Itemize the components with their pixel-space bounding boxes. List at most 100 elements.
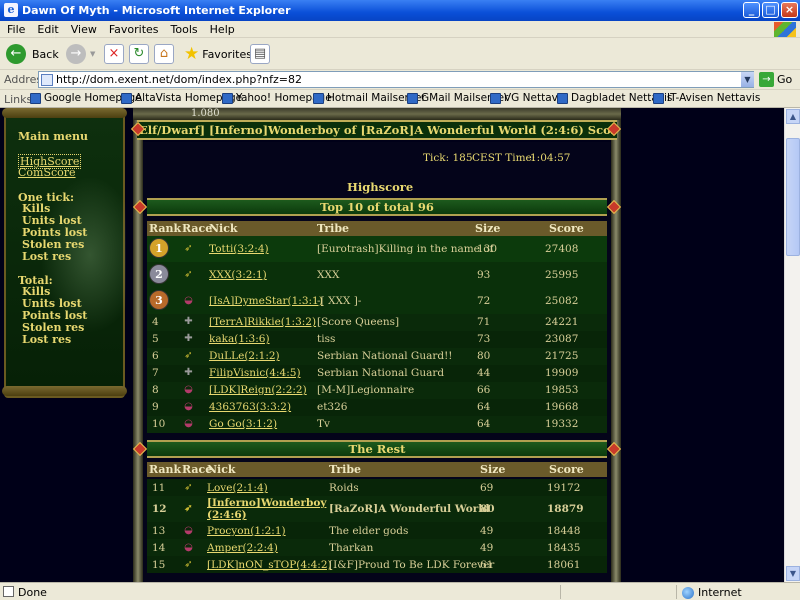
table-row: 5 ✚ kaka(1:3:6) tiss 73 23087 — [147, 331, 607, 348]
size-cell: 64 — [477, 401, 491, 413]
left-border — [133, 120, 143, 582]
favorites-button[interactable]: ★ Favorites — [184, 43, 252, 65]
close-button[interactable]: × — [781, 2, 798, 18]
scroll-down-icon[interactable]: ▼ — [786, 566, 800, 581]
tribe-cell: [M-M]Legionnaire — [317, 384, 415, 396]
rank-cell: 14 — [152, 542, 166, 554]
size-cell: 73 — [477, 333, 491, 345]
page-viewport: Main menu HighScore ComScore One tick: K… — [0, 108, 784, 582]
link-vg[interactable]: VG Nettavis — [490, 92, 566, 104]
main-panel: 1.080 Elf/Dwarf] [Inferno]Wonderboy of [… — [130, 108, 622, 582]
home-button[interactable]: ⌂ — [154, 43, 174, 65]
size-cell: 80 — [477, 350, 491, 362]
score-cell: 19909 — [545, 367, 579, 379]
menu-edit[interactable]: Edit — [30, 21, 63, 36]
printer-icon: ▤ — [250, 44, 270, 64]
elf-race-icon: ➶ — [184, 269, 193, 280]
player-link-coords[interactable]: (2:4:6) — [207, 509, 247, 521]
player-link[interactable]: [Inferno]Wonderboy — [207, 497, 326, 509]
elf-race-icon: ➶ — [184, 503, 193, 514]
rest-header: Rank Race Nick Tribe Size Score — [147, 462, 607, 477]
col-tribe: Tribe — [317, 222, 350, 235]
menu-favorites[interactable]: Favorites — [102, 21, 164, 36]
link-page-icon — [121, 92, 132, 104]
col-score: Score — [549, 222, 584, 235]
link-page-icon — [222, 92, 233, 104]
address-bar: Address http://dom.exent.net/dom/index.p… — [0, 70, 800, 90]
player-link[interactable]: [IsA]DymeStar(1:3:1) — [209, 295, 323, 307]
time-value: 1:04:57 — [530, 152, 571, 164]
table-row: 13 ◒ Procyon(1:2:1) The elder gods 49 18448 — [147, 522, 607, 539]
rank-cell: 13 — [152, 525, 166, 537]
menu-file[interactable]: File — [0, 21, 30, 36]
player-link[interactable]: Love(2:1:4) — [207, 482, 268, 494]
col-nick: Nick — [209, 222, 238, 235]
tribe-cell: et326 — [317, 401, 348, 413]
rank-cell: 10 — [152, 418, 166, 430]
dwarf-race-icon: ◒ — [184, 401, 193, 412]
scroll-thumb[interactable] — [786, 138, 800, 256]
player-link[interactable]: Amper(2:2:4) — [207, 542, 278, 554]
player-link[interactable]: 4363763(3:3:2) — [209, 401, 291, 413]
menu-tools[interactable]: Tools — [164, 21, 203, 36]
player-link[interactable]: FilipVisnic(4:4:5) — [209, 367, 301, 379]
forward-dropdown-icon[interactable]: ▼ — [90, 50, 95, 58]
print-button[interactable]: ▤ — [250, 43, 270, 65]
tribe-cell: [RaZoR]A Wonderful World — [329, 503, 490, 515]
link-itavisen[interactable]: IT-Avisen Nettavis — [653, 92, 760, 104]
menu-help[interactable]: Help — [203, 21, 240, 36]
stop-button[interactable]: × — [104, 43, 124, 65]
zone-label: Internet — [698, 586, 742, 599]
dwarf-race-icon: ◒ — [184, 384, 193, 395]
window-title: Dawn Of Myth - Microsoft Internet Explor… — [22, 4, 291, 17]
scroll-up-icon[interactable]: ▲ — [786, 109, 800, 124]
maximize-button[interactable]: □ — [762, 2, 779, 18]
table-row: 8 ◒ [LDK]Reign(2:2:2) [M-M]Legionnaire 66 198… — [147, 382, 607, 399]
refresh-button[interactable]: ↻ — [129, 43, 149, 65]
back-button[interactable]: ← Back ▼ — [6, 43, 72, 65]
player-link[interactable]: [LDK]Reign(2:2:2) — [209, 384, 307, 396]
player-link[interactable]: XXX(3:2:1) — [209, 269, 267, 281]
forward-button[interactable]: → ▼ — [66, 43, 95, 65]
sidebar-item-onetick-lost-res[interactable]: Lost res — [22, 250, 71, 263]
tribe-cell: Tv — [317, 418, 330, 430]
human-race-icon: ✚ — [184, 367, 193, 378]
tribe-cell: XXX — [317, 269, 340, 281]
top-banner: 1.080 — [133, 108, 621, 120]
tick-label: Tick: 185 — [423, 152, 473, 164]
vertical-scrollbar[interactable]: ▲ ▼ — [784, 108, 800, 582]
address-input[interactable]: http://dom.exent.net/dom/index.php?nfz=8… — [38, 71, 754, 88]
toolbar: ← Back ▼ → ▼ × ↻ ⌂ ★ Favorites ▤ — [0, 38, 800, 70]
player-link[interactable]: kaka(1:3:6) — [209, 333, 270, 345]
player-link[interactable]: Totti(3:2:4) — [209, 243, 269, 255]
player-link[interactable]: Procyon(1:2:1) — [207, 525, 286, 537]
player-link[interactable]: [TerrA]Rikkie(1:3:2) — [209, 316, 316, 328]
page-icon — [41, 74, 53, 86]
status-bar: Done Internet — [0, 582, 800, 600]
table-row: 10 ◒ Go Go(3:1:2) Tv 64 19332 — [147, 416, 607, 433]
minimize-button[interactable]: _ — [743, 2, 760, 18]
links-bar: Links Google Homepage AltaVista Homepage… — [0, 90, 800, 108]
tribe-cell: tiss — [317, 333, 336, 345]
sidebar-item-comscore[interactable]: ComScore — [18, 166, 76, 179]
player-header-text: Elf/Dwarf] [Inferno]Wonderboy of [RaZoR]… — [139, 123, 617, 137]
size-cell: 80 — [480, 503, 495, 515]
size-cell: 49 — [480, 525, 494, 537]
player-link[interactable]: [LDK]nON_sTOP(4:4:2) — [207, 559, 332, 571]
player-link[interactable]: Go Go(3:1:2) — [209, 418, 277, 430]
status-divider — [676, 585, 677, 599]
rank-cell: 9 — [152, 401, 159, 413]
score-cell: 19172 — [547, 482, 581, 494]
size-cell: 130 — [477, 243, 498, 255]
elf-race-icon: ➶ — [184, 482, 193, 493]
rank-cell: 7 — [152, 367, 159, 379]
sidebar-item-total-lost-res[interactable]: Lost res — [22, 333, 71, 346]
rank-cell: 8 — [152, 384, 159, 396]
address-dropdown-icon[interactable]: ▼ — [741, 72, 754, 87]
rank-medal-icon: 1 — [149, 238, 169, 258]
top10-title: Top 10 of total 96 — [147, 198, 607, 216]
menu-view[interactable]: View — [64, 21, 102, 36]
go-button[interactable]: → Go — [759, 72, 792, 87]
player-link[interactable]: DuLLe(2:1:2) — [209, 350, 280, 362]
score-cell: 18435 — [547, 542, 581, 554]
